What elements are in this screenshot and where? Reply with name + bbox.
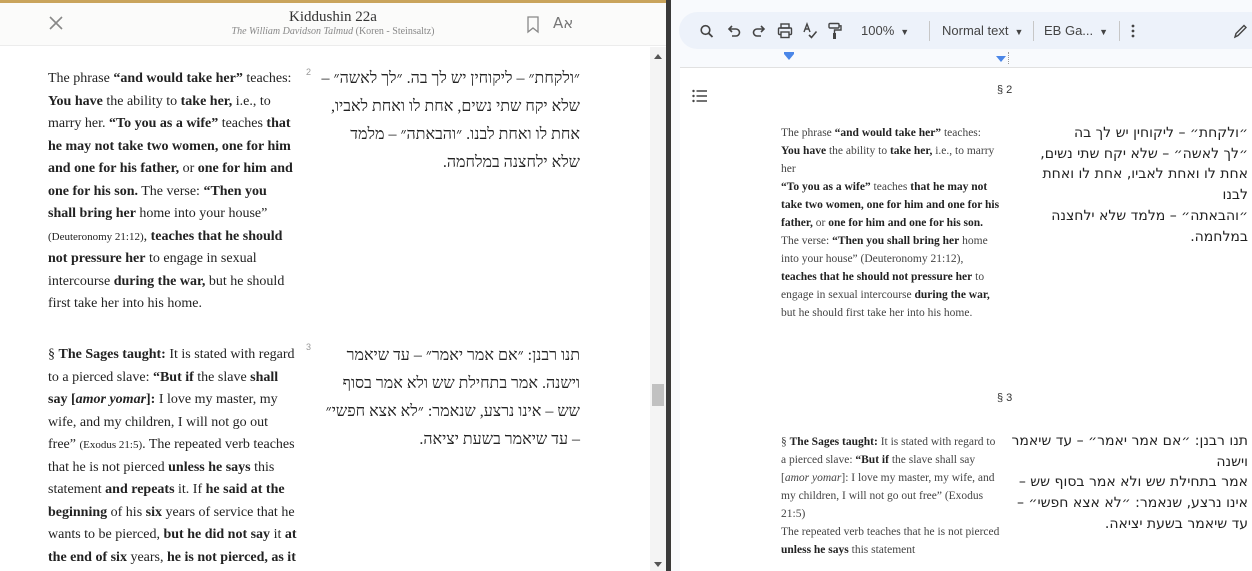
segment-english: § The Sages taught: It is stated with re… bbox=[48, 347, 297, 565]
segment-english: The phrase “and would take her” teaches:… bbox=[48, 71, 293, 311]
caret-down-icon: ▼ bbox=[900, 27, 910, 37]
print-icon[interactable] bbox=[777, 21, 793, 41]
paragraph-style-value: Normal text bbox=[942, 23, 1009, 38]
hebrew-line: ״ולקחת״ – ליקוחין יש לך בה bbox=[1073, 125, 1248, 141]
font-dropdown[interactable]: EB Ga... ▼ bbox=[1044, 23, 1108, 38]
segment-number: 3 bbox=[306, 342, 312, 352]
more-options-icon[interactable] bbox=[1127, 21, 1139, 41]
hebrew-line: עד שיאמר בשעת יציאה. bbox=[1104, 515, 1248, 532]
hebrew-line: תנו רבנן: ״אם אמר יאמר״ – עד שיאמר bbox=[1011, 433, 1249, 449]
zoom-value: 100% bbox=[861, 23, 895, 38]
document-outline-icon[interactable] bbox=[692, 89, 708, 103]
font-value: EB Ga... bbox=[1044, 23, 1094, 38]
zoom-dropdown[interactable]: 100% ▼ bbox=[861, 23, 909, 38]
right-indent-marker-icon[interactable] bbox=[996, 56, 1006, 62]
scroll-up-arrow-icon[interactable] bbox=[654, 54, 662, 59]
language-toggle-button[interactable]: Aא bbox=[553, 14, 573, 32]
spellcheck-icon[interactable] bbox=[802, 21, 818, 41]
edit-pencil-icon[interactable] bbox=[1233, 21, 1247, 41]
hebrew-line: אמר בתחילת שש ולא אמר בסוף שש – bbox=[1018, 474, 1248, 491]
scrollbar-thumb[interactable] bbox=[652, 384, 664, 406]
reader-text-body: The phrase “and would take her” teaches:… bbox=[0, 47, 650, 571]
scroll-down-arrow-icon[interactable] bbox=[654, 562, 662, 567]
search-icon[interactable] bbox=[699, 21, 715, 41]
hebrew-line: ״והבאתה״ – מלמד שלא ילחצנה bbox=[1051, 207, 1248, 224]
redo-icon[interactable] bbox=[751, 21, 767, 41]
left-indent-marker-icon[interactable] bbox=[784, 54, 794, 60]
column-guide bbox=[1008, 52, 1010, 64]
caret-down-icon: ▼ bbox=[1014, 27, 1024, 37]
hebrew-line: וישנה bbox=[1216, 453, 1248, 470]
section-hebrew-text: תנו רבנן: ״אם אמר יאמר״ – עד שיאמר וישנה… bbox=[1010, 431, 1249, 535]
google-docs-pane: 100% ▼ Normal text ▼ EB Ga... ▼ § 2 The phr… bbox=[671, 0, 1252, 571]
section-heading: § 2 bbox=[997, 84, 1013, 96]
page-title[interactable]: Kiddushin 22a bbox=[150, 9, 516, 26]
paint-format-icon[interactable] bbox=[827, 21, 843, 41]
hebrew-line: ״לך לאשה״ – שלא יקח שתי נשים, bbox=[1040, 145, 1248, 162]
section-english-text: § The Sages taught: It is stated with re… bbox=[781, 436, 1000, 556]
hebrew-line: לבנו bbox=[1222, 187, 1248, 204]
docs-toolbar: 100% ▼ Normal text ▼ EB Ga... ▼ bbox=[679, 12, 1252, 49]
edition-publisher: (Koren - Steinsaltz) bbox=[353, 26, 435, 37]
sefaria-reader-pane: Kiddushin 22a The William Davidson Talmu… bbox=[0, 0, 666, 571]
toolbar-separator bbox=[929, 21, 930, 41]
segment-hebrew: תנו רבנן: ״אם אמר יאמר״ – עד שיאמר וישנה… bbox=[325, 347, 580, 448]
toolbar-separator bbox=[1119, 21, 1120, 41]
segment-number: 2 bbox=[306, 67, 312, 77]
toolbar-separator bbox=[1033, 21, 1034, 41]
undo-icon[interactable] bbox=[726, 21, 742, 41]
caret-down-icon: ▼ bbox=[1099, 27, 1109, 37]
paragraph-style-dropdown[interactable]: Normal text ▼ bbox=[942, 23, 1023, 38]
text-segment[interactable]: § The Sages taught: It is stated with re… bbox=[0, 340, 650, 571]
document-page[interactable]: § 2 The phrase “and would take her” teac… bbox=[680, 67, 1252, 571]
bookmark-icon[interactable] bbox=[526, 16, 540, 34]
section-heading: § 3 bbox=[997, 392, 1013, 404]
reader-header: Kiddushin 22a The William Davidson Talmu… bbox=[0, 3, 666, 46]
section-hebrew-text: ״ולקחת״ – ליקוחין יש לך בה ״לך לאשה״ – ש… bbox=[1010, 123, 1248, 247]
segment-hebrew: ״ולקחת״ – ליקוחין יש לך בה. ״לך לאשה״ – … bbox=[321, 70, 581, 171]
hebrew-line: במלחמה. bbox=[1190, 228, 1248, 245]
scrollbar[interactable] bbox=[650, 47, 666, 571]
edition-name: The William Davidson Talmud bbox=[231, 26, 354, 37]
page-subtitle: The William Davidson Talmud (Koren - Ste… bbox=[150, 26, 516, 37]
text-segment[interactable]: The phrase “and would take her” teaches:… bbox=[0, 65, 650, 335]
close-icon[interactable] bbox=[46, 13, 66, 33]
hebrew-line: אחת לו ואחת לאביו, אחת לו ואחת bbox=[1042, 166, 1248, 183]
section-english-text: The phrase “and would take her” teaches:… bbox=[781, 127, 1000, 319]
ruler[interactable] bbox=[671, 49, 1252, 67]
hebrew-line: אינו נרצע, שנאמר: ״לא אצא חפשי״ – bbox=[1017, 495, 1248, 512]
